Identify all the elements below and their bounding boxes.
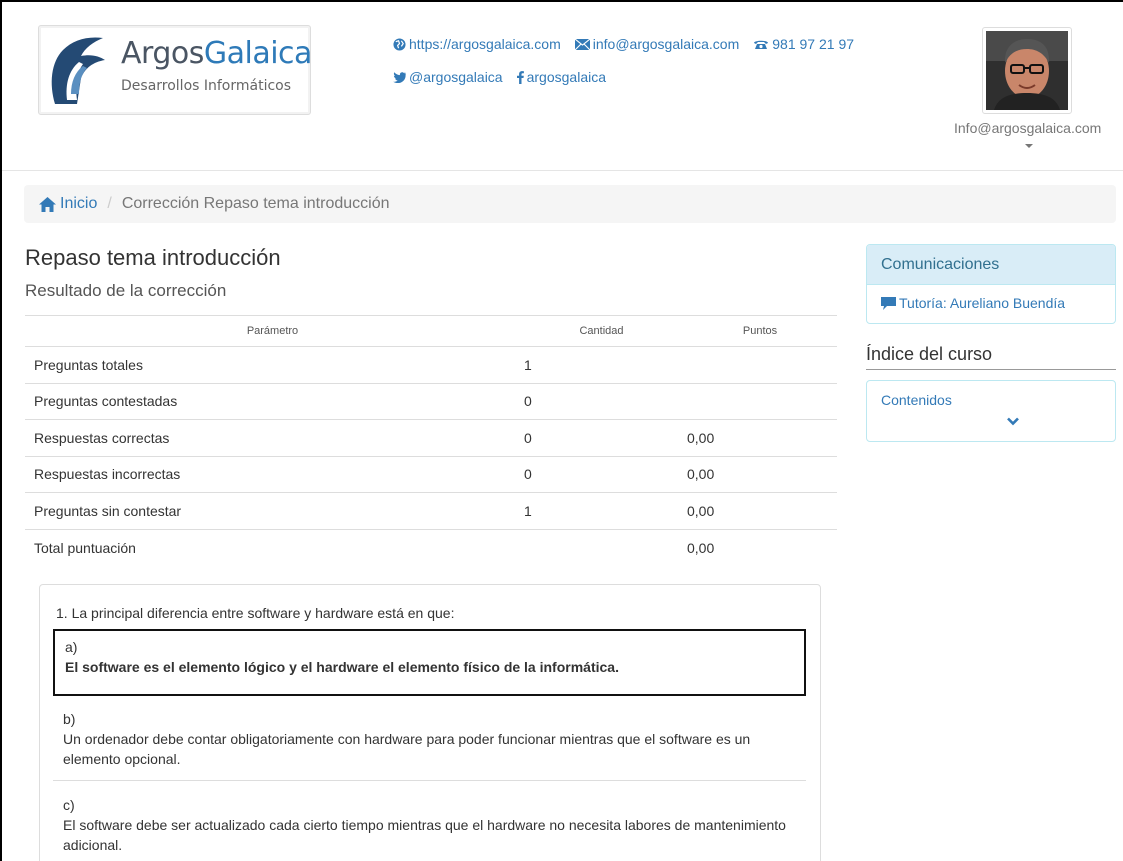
table-cell: 1 bbox=[520, 346, 683, 384]
course-index-heading: Índice del curso bbox=[866, 344, 1116, 370]
chevron-down-icon[interactable] bbox=[1007, 417, 1019, 426]
table-cell: Respuestas incorrectas bbox=[25, 456, 520, 493]
phone-link[interactable]: 981 97 21 97 bbox=[753, 36, 854, 52]
answer-option-c: c) El software debe ser actualizado cada… bbox=[53, 789, 806, 861]
table-row: Preguntas totales 1 bbox=[25, 346, 837, 384]
contact-row-1: https://argosgalaica.com info@argosgalai… bbox=[393, 34, 868, 54]
table-cell: 0,00 bbox=[687, 539, 715, 556]
user-avatar[interactable] bbox=[982, 27, 1072, 114]
table-row: Total puntuación 0,00 bbox=[25, 529, 837, 566]
logo[interactable]: ArgosGalaica Desarrollos Informáticos bbox=[38, 25, 312, 115]
facebook-icon bbox=[516, 70, 524, 84]
table-cell bbox=[683, 383, 837, 420]
table-row: Respuestas incorrectas 0 0,00 bbox=[25, 456, 837, 493]
table-cell: Respuestas correctas bbox=[25, 419, 520, 457]
person-photo-icon bbox=[986, 31, 1068, 110]
table-header-row: Parámetro Cantidad Puntos bbox=[25, 315, 837, 347]
user-menu-caret-icon[interactable] bbox=[1025, 144, 1033, 148]
logo-subtitle: Desarrollos Informáticos bbox=[121, 78, 292, 94]
twitter-link[interactable]: @argosgalaica bbox=[393, 69, 503, 85]
option-text: El software es el elemento lógico y el h… bbox=[65, 659, 619, 675]
logo-inner: ArgosGalaica Desarrollos Informáticos bbox=[41, 28, 312, 112]
spartan-helmet-icon bbox=[51, 37, 105, 104]
website-link[interactable]: https://argosgalaica.com bbox=[393, 36, 561, 52]
page-frame: ArgosGalaica Desarrollos Informáticos ht… bbox=[0, 0, 1123, 861]
answer-option-b: b) Un ordenador debe contar obligatoriam… bbox=[53, 703, 806, 775]
header-divider bbox=[2, 170, 1123, 171]
option-text: Un ordenador debe contar obligatoriament… bbox=[63, 731, 751, 767]
logo-title: ArgosGalaica bbox=[121, 36, 312, 71]
table-cell bbox=[683, 346, 837, 384]
avatar-photo bbox=[986, 31, 1068, 110]
course-index-panel: Contenidos bbox=[866, 380, 1116, 442]
answer-option-a: a) El software es el elemento lógico y e… bbox=[53, 629, 806, 696]
table-cell: 0,00 bbox=[683, 456, 837, 493]
tutor-link[interactable]: Tutoría: Aureliano Buendía bbox=[867, 285, 1115, 321]
column-header: Parámetro bbox=[25, 315, 520, 347]
breadcrumb-home-link[interactable]: Inicio bbox=[39, 195, 97, 213]
breadcrumb-home-label: Inicio bbox=[60, 195, 98, 212]
question-panel: 1. La principal diferencia entre softwar… bbox=[39, 584, 821, 861]
phone-icon bbox=[754, 40, 769, 49]
table-cell: Preguntas totales bbox=[25, 346, 520, 384]
option-letter: b) bbox=[63, 711, 76, 727]
table-cell: 0,00 bbox=[683, 492, 837, 530]
option-divider bbox=[53, 780, 806, 781]
twitter-icon bbox=[393, 71, 406, 83]
communications-panel: Comunicaciones Tutoría: Aureliano Buendí… bbox=[866, 244, 1116, 324]
page-subtitle: Resultado de la corrección bbox=[25, 281, 227, 300]
option-letter: c) bbox=[63, 797, 75, 813]
column-header: Puntos bbox=[683, 315, 837, 347]
logo-word-galaica: Galaica bbox=[203, 36, 313, 71]
table-cell: Preguntas contestadas bbox=[25, 383, 520, 420]
breadcrumb: Inicio / Corrección Repaso tema introduc… bbox=[24, 185, 1116, 223]
option-text: El software debe ser actualizado cada ci… bbox=[63, 817, 786, 853]
breadcrumb-current: Corrección Repaso tema introducción bbox=[121, 195, 390, 212]
column-header: Cantidad bbox=[520, 315, 683, 347]
envelope-icon bbox=[574, 38, 590, 50]
email-text: info@argosgalaica.com bbox=[592, 36, 740, 52]
email-link[interactable]: info@argosgalaica.com bbox=[574, 36, 740, 52]
table-cell: 0,00 bbox=[683, 419, 837, 457]
contact-row-2: @argosgalaica argosgalaica bbox=[393, 67, 868, 87]
globe-icon bbox=[393, 37, 406, 51]
table-cell bbox=[520, 529, 683, 566]
question-text: 1. La principal diferencia entre softwar… bbox=[56, 605, 455, 621]
table-row: Preguntas sin contestar 1 0,00 bbox=[25, 492, 837, 530]
facebook-text: argosgalaica bbox=[526, 69, 606, 85]
communications-title: Comunicaciones bbox=[867, 245, 1115, 285]
table-row: Respuestas correctas 0 0,00 bbox=[25, 419, 837, 457]
tutor-link-label: Tutoría: Aureliano Buendía bbox=[899, 295, 1066, 311]
option-letter: a) bbox=[65, 639, 78, 655]
table-cell: 0 bbox=[520, 383, 683, 420]
table-cell: 0 bbox=[520, 456, 683, 493]
page-title: Repaso tema introducción bbox=[25, 245, 281, 270]
user-menu-email[interactable]: Info@argosgalaica.com bbox=[954, 120, 1101, 136]
facebook-link[interactable]: argosgalaica bbox=[516, 69, 606, 85]
logo-word-argos: Argos bbox=[121, 36, 204, 71]
website-text: https://argosgalaica.com bbox=[409, 36, 561, 52]
table-cell: Preguntas sin contestar bbox=[25, 492, 520, 530]
comment-icon bbox=[881, 296, 896, 310]
phone-text: 981 97 21 97 bbox=[772, 36, 855, 52]
home-icon bbox=[39, 196, 56, 212]
breadcrumb-separator: / bbox=[107, 195, 112, 212]
twitter-text: @argosgalaica bbox=[409, 69, 503, 85]
table-cell: 1 bbox=[520, 492, 683, 530]
contents-toggle[interactable]: Contenidos bbox=[881, 392, 952, 408]
table-cell: 0 bbox=[520, 419, 683, 457]
table-row: Preguntas contestadas 0 bbox=[25, 383, 837, 420]
table-cell: Total puntuación bbox=[34, 539, 136, 556]
results-table: Parámetro Cantidad Puntos Preguntas tota… bbox=[25, 315, 837, 566]
contact-links: https://argosgalaica.com info@argosgalai… bbox=[393, 34, 868, 100]
